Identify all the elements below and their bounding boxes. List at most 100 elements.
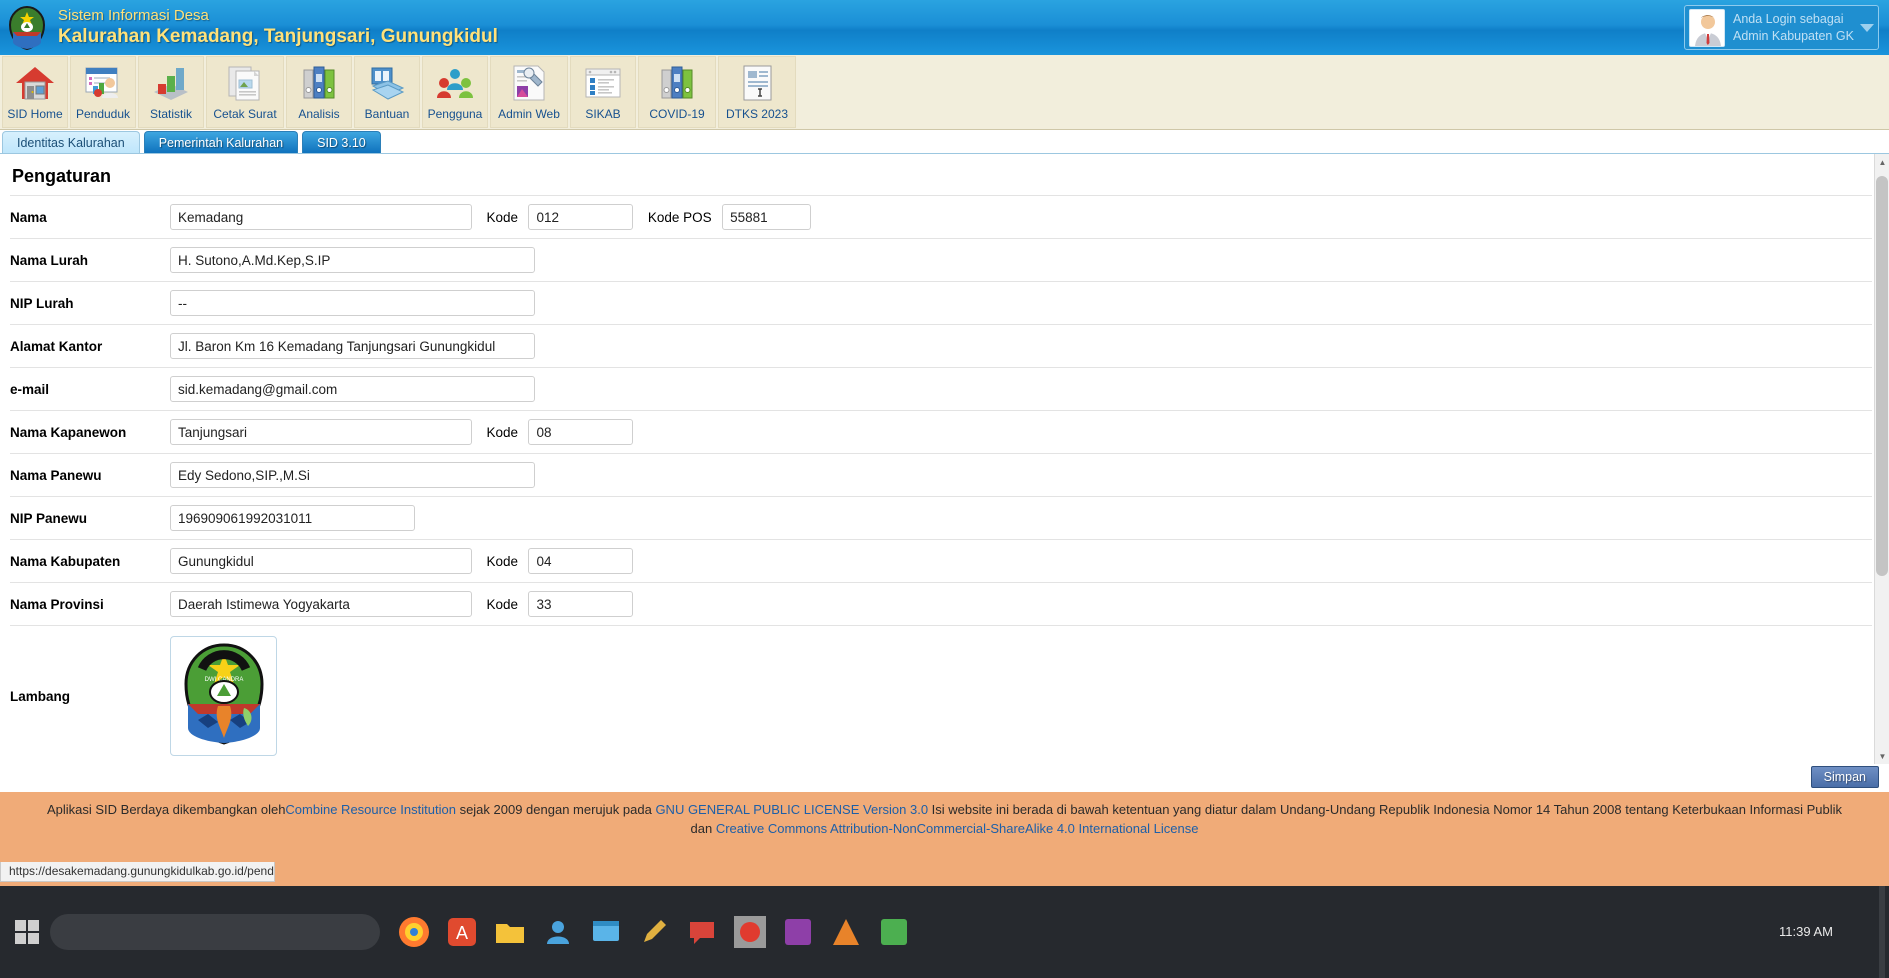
chat-icon[interactable] (682, 912, 722, 952)
toolbar-label: DTKS 2023 (726, 107, 788, 121)
green-app-icon[interactable] (874, 912, 914, 952)
kode-kapanewon-input[interactable]: 08 (528, 419, 633, 445)
table-row: e-mail sid.kemadang@gmail.com (10, 368, 1872, 411)
tab-sid-310[interactable]: SID 3.10 (302, 131, 381, 153)
binders-icon (656, 62, 698, 104)
main-toolbar: SID Home Penduduk (0, 55, 1889, 130)
alamat-kantor-input[interactable]: Jl. Baron Km 16 Kemadang Tanjungsari Gun… (170, 333, 535, 359)
footer-link-gpl[interactable]: GNU GENERAL PUBLIC LICENSE Version 3.0 (655, 802, 928, 817)
footer-text-3: Isi website ini berada di bawah ketentua… (928, 802, 1842, 817)
toolbar-label: Penduduk (76, 107, 130, 121)
taskbar-search-box[interactable] (50, 914, 380, 950)
users-group-icon (434, 62, 476, 104)
chevron-down-icon[interactable] (1860, 24, 1874, 32)
table-row: Nama Kabupaten Gunungkidul Kode 04 (10, 540, 1872, 583)
toolbar-item-admin-web[interactable]: Admin Web (490, 56, 568, 128)
toolbar-label: Admin Web (498, 107, 560, 121)
nama-provinsi-input[interactable]: Daerah Istimewa Yogyakarta (170, 591, 472, 617)
toolbar-item-cetak-surat[interactable]: Cetak Surat (206, 56, 284, 128)
tab-bar: Identitas Kalurahan Pemerintah Kalurahan… (0, 131, 1889, 154)
lambang-preview: DWI CANDRA (170, 636, 277, 756)
user-login-line2: Admin Kabupaten GK (1733, 28, 1854, 45)
table-row: NIP Lurah -- (10, 282, 1872, 325)
toolbar-item-penduduk[interactable]: Penduduk (70, 56, 136, 128)
scroll-up-icon[interactable]: ▲ (1875, 154, 1889, 170)
user-login-box[interactable]: Anda Login sebagai Admin Kabupaten GK (1684, 5, 1879, 50)
table-row: Alamat Kantor Jl. Baron Km 16 Kemadang T… (10, 325, 1872, 368)
kode-kabupaten-input[interactable]: 04 (528, 548, 633, 574)
toolbar-item-analisis[interactable]: Analisis (286, 56, 352, 128)
users-icon[interactable] (538, 912, 578, 952)
user-login-text: Anda Login sebagai Admin Kabupaten GK (1733, 11, 1854, 45)
footer-link-combine[interactable]: Combine Resource Institution (285, 802, 456, 817)
record-icon[interactable] (730, 912, 770, 952)
toolbar-label: Cetak Surat (213, 107, 276, 121)
page-scrollbar[interactable]: ▲ ▼ (1874, 154, 1889, 764)
email-input[interactable]: sid.kemadang@gmail.com (170, 376, 535, 402)
window-icon[interactable] (586, 912, 626, 952)
pen-icon[interactable] (634, 912, 674, 952)
field-label-lambang: Lambang (10, 626, 170, 765)
show-desktop-button[interactable] (1879, 886, 1885, 978)
toolbar-label: COVID-19 (649, 107, 704, 121)
table-row: NIP Panewu 196909061992031011 (10, 497, 1872, 540)
windows-start-icon[interactable] (14, 919, 40, 945)
scroll-down-icon[interactable]: ▼ (1875, 748, 1889, 764)
header-titles: Sistem Informasi Desa Kalurahan Kemadang… (58, 7, 498, 49)
settings-page: Pengaturan Nama Kemadang Kode 012 Kode P… (0, 154, 1882, 764)
nama-lurah-input[interactable]: H. Sutono,A.Md.Kep,S.IP (170, 247, 535, 273)
purple-app-icon[interactable] (778, 912, 818, 952)
nip-lurah-input[interactable]: -- (170, 290, 535, 316)
taskbar-clock[interactable]: 11:39 AM (1779, 924, 1833, 940)
field-label-nama: Nama (10, 196, 170, 239)
save-button[interactable]: Simpan (1811, 766, 1879, 788)
toolbar-label: Statistik (150, 107, 192, 121)
footer-link-cc[interactable]: Creative Commons Attribution-NonCommerci… (716, 821, 1199, 836)
toolbar-item-covid-19[interactable]: COVID-19 (638, 56, 716, 128)
folder-icon[interactable] (490, 912, 530, 952)
kode-label: Kode (486, 425, 518, 440)
toolbar-label: SID Home (7, 107, 62, 121)
nama-panewu-input[interactable]: Edy Sedono,SIP.,M.Si (170, 462, 535, 488)
field-label-alamat-kantor: Alamat Kantor (10, 325, 170, 368)
scrollbar-thumb[interactable] (1876, 176, 1888, 576)
toolbar-label: Pengguna (428, 107, 483, 121)
nama-input[interactable]: Kemadang (170, 204, 472, 230)
field-label-nama-kabupaten: Nama Kabupaten (10, 540, 170, 583)
toolbar-item-bantuan[interactable]: Bantuan (354, 56, 420, 128)
table-row: Nama Kemadang Kode 012 Kode POS 55881 (10, 196, 1872, 239)
orange-app-icon[interactable] (826, 912, 866, 952)
books-icon (366, 62, 408, 104)
tab-identitas-kalurahan[interactable]: Identitas Kalurahan (2, 131, 140, 153)
toolbar-item-sid-home[interactable]: SID Home (2, 56, 68, 128)
kode-label: Kode (486, 554, 518, 569)
kode-pos-input[interactable]: 55881 (722, 204, 811, 230)
toolbar-item-dtks-2023[interactable]: DTKS 2023 (718, 56, 796, 128)
app-a-icon[interactable]: A (442, 912, 482, 952)
kode-label: Kode (486, 597, 518, 612)
taskbar-left: A (0, 912, 918, 952)
field-label-nama-lurah: Nama Lurah (10, 239, 170, 282)
app-title: Kalurahan Kemadang, Tanjungsari, Gunungk… (58, 25, 498, 49)
toolbar-item-pengguna[interactable]: Pengguna (422, 56, 488, 128)
page-tools-icon (508, 62, 550, 104)
firefox-icon[interactable] (394, 912, 434, 952)
os-taskbar: A (0, 886, 1889, 978)
toolbar-item-statistik[interactable]: Statistik (138, 56, 204, 128)
nama-kabupaten-input[interactable]: Gunungkidul (170, 548, 472, 574)
nip-panewu-input[interactable]: 196909061992031011 (170, 505, 415, 531)
kode-input[interactable]: 012 (528, 204, 633, 230)
user-login-line1: Anda Login sebagai (1733, 11, 1854, 28)
tab-label: SID 3.10 (317, 136, 366, 150)
kode-provinsi-input[interactable]: 33 (528, 591, 633, 617)
gunungkidul-crest-icon (4, 5, 50, 51)
binders-icon (298, 62, 340, 104)
gunungkidul-crest-image: DWI CANDRA (178, 642, 270, 751)
table-row: Nama Panewu Edy Sedono,SIP.,M.Si (10, 454, 1872, 497)
tab-pemerintah-kalurahan[interactable]: Pemerintah Kalurahan (144, 131, 298, 153)
nama-kapanewon-input[interactable]: Tanjungsari (170, 419, 472, 445)
tab-label: Pemerintah Kalurahan (159, 136, 283, 150)
kode-label: Kode (486, 210, 518, 225)
toolbar-item-sikab[interactable]: SIKAB (570, 56, 636, 128)
toolbar-label: SIKAB (585, 107, 620, 121)
